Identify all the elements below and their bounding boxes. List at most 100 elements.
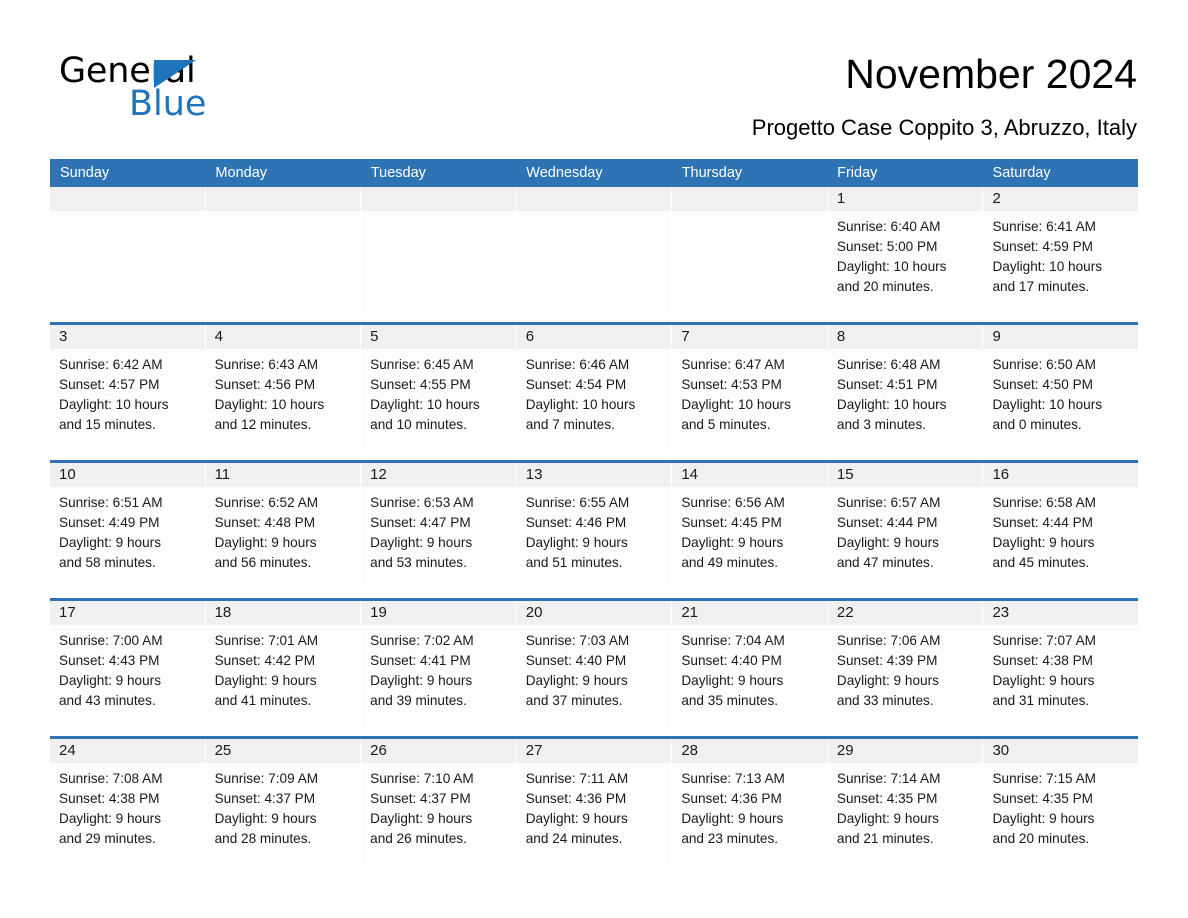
- day-number-band: 10: [50, 463, 205, 487]
- day-detail-line: Sunrise: 7:14 AM: [836, 771, 941, 786]
- day-detail-line: Daylight: 9 hours: [992, 673, 1095, 688]
- day-detail-line: Sunrise: 6:57 AM: [836, 495, 941, 510]
- day-detail-line: Sunrise: 6:45 AM: [370, 357, 474, 372]
- day-number: 25: [214, 742, 232, 759]
- calendar-week-row: 10 Sunrise: 6:51 AM Sunset: 4:49 PM Dayligh…: [50, 460, 1139, 591]
- calendar-week-row: 17 Sunrise: 7:00 AM Sunset: 4:43 PM Dayligh…: [50, 598, 1139, 729]
- calendar-day-cell[interactable]: 15 Sunrise: 6:57 AM Sunset: 4:44 PM Dayligh…: [827, 463, 983, 591]
- day-detail-line: Daylight: 10 hours: [525, 397, 636, 412]
- day-details: [50, 211, 205, 217]
- calendar-day-cell[interactable]: 5 Sunrise: 6:45 AM Sunset: 4:55 PM Daylight…: [361, 325, 516, 453]
- day-details: Sunrise: 6:46 AM Sunset: 4:54 PM Daylight:…: [517, 349, 672, 435]
- calendar-day-cell[interactable]: 20 Sunrise: 7:03 AM Sunset: 4:40 PM Dayligh…: [516, 601, 672, 729]
- calendar-grid: Sunday Monday Tuesday Wednesday Thursday Frid…: [50, 159, 1139, 867]
- day-detail-line: and 58 minutes.: [59, 555, 156, 570]
- day-number-band: 29: [827, 739, 983, 763]
- day-detail-line: and 56 minutes.: [214, 555, 312, 570]
- calendar-day-cell[interactable]: 25 Sunrise: 7:09 AM Sunset: 4:37 PM Dayligh…: [205, 739, 361, 867]
- calendar-day-cell[interactable]: 29 Sunrise: 7:14 AM Sunset: 4:35 PM Dayligh…: [827, 739, 983, 867]
- day-detail-line: Sunset: 4:44 PM: [992, 515, 1093, 530]
- calendar-day-cell[interactable]: 14 Sunrise: 6:56 AM Sunset: 4:45 PM Dayligh…: [672, 463, 827, 591]
- weekday-header-tuesday: Tuesday: [370, 165, 426, 181]
- day-detail-line: and 29 minutes.: [59, 831, 156, 846]
- calendar-day-cell[interactable]: 11 Sunrise: 6:52 AM Sunset: 4:48 PM Dayligh…: [205, 463, 361, 591]
- page-subtitle: Progetto Case Coppito 3, Abruzzo, Italy: [751, 115, 1137, 140]
- calendar-day-cell[interactable]: 18 Sunrise: 7:01 AM Sunset: 4:42 PM Dayligh…: [205, 601, 361, 729]
- day-details: Sunrise: 7:06 AM Sunset: 4:39 PM Daylight:…: [828, 625, 983, 711]
- day-number-band: 9: [983, 325, 1139, 349]
- calendar-day-cell[interactable]: 3 Sunrise: 6:42 AM Sunset: 4:57 PM Daylight…: [50, 325, 205, 453]
- day-detail-line: Sunset: 4:38 PM: [992, 653, 1093, 668]
- calendar-day-cell[interactable]: 26 Sunrise: 7:10 AM Sunset: 4:37 PM Dayligh…: [361, 739, 516, 867]
- calendar-day-cell[interactable]: 27 Sunrise: 7:11 AM Sunset: 4:36 PM Dayligh…: [516, 739, 672, 867]
- day-detail-line: Sunset: 4:51 PM: [836, 377, 938, 392]
- day-detail-line: Daylight: 9 hours: [992, 811, 1095, 826]
- day-details: Sunrise: 7:09 AM Sunset: 4:37 PM Daylight:…: [206, 763, 361, 849]
- calendar-day-cell[interactable]: 16 Sunrise: 6:58 AM Sunset: 4:44 PM Dayligh…: [983, 463, 1139, 591]
- calendar-day-cell[interactable]: 22 Sunrise: 7:06 AM Sunset: 4:39 PM Dayligh…: [827, 601, 983, 729]
- calendar-day-cell[interactable]: 24 Sunrise: 7:08 AM Sunset: 4:38 PM Dayligh…: [50, 739, 205, 867]
- weekday-header-thursday: Thursday: [681, 165, 743, 181]
- calendar-day-cell-empty[interactable]: [672, 187, 827, 315]
- day-details: Sunrise: 7:00 AM Sunset: 4:43 PM Daylight:…: [50, 625, 205, 711]
- day-number: 12: [370, 466, 387, 483]
- day-detail-line: Daylight: 9 hours: [59, 535, 162, 550]
- day-detail-line: Sunset: 4:40 PM: [525, 653, 627, 668]
- day-details: Sunrise: 7:03 AM Sunset: 4:40 PM Daylight:…: [517, 625, 672, 711]
- day-detail-line: Sunset: 4:46 PM: [525, 515, 627, 530]
- calendar-day-cell[interactable]: 2 Sunrise: 6:41 AM Sunset: 4:59 PM Daylight…: [983, 187, 1139, 315]
- day-detail-line: Daylight: 10 hours: [370, 397, 480, 412]
- calendar-day-cell-empty[interactable]: [361, 187, 516, 315]
- day-details: Sunrise: 6:47 AM Sunset: 4:53 PM Daylight:…: [672, 349, 827, 435]
- calendar-day-cell[interactable]: 30 Sunrise: 7:15 AM Sunset: 4:35 PM Dayligh…: [983, 739, 1139, 867]
- day-detail-line: and 35 minutes.: [681, 693, 779, 708]
- day-detail-line: Sunrise: 6:47 AM: [681, 357, 785, 372]
- day-detail-line: Daylight: 9 hours: [525, 811, 628, 826]
- calendar-day-cell[interactable]: 10 Sunrise: 6:51 AM Sunset: 4:49 PM Dayligh…: [50, 463, 205, 591]
- day-detail-line: and 3 minutes.: [836, 417, 927, 432]
- calendar-day-cell[interactable]: 19 Sunrise: 7:02 AM Sunset: 4:41 PM Dayligh…: [361, 601, 516, 729]
- calendar-page: General Blue November 2024 Progetto Case…: [0, 0, 1188, 918]
- calendar-day-cell[interactable]: 17 Sunrise: 7:00 AM Sunset: 4:43 PM Dayligh…: [50, 601, 205, 729]
- calendar-day-cell[interactable]: 8 Sunrise: 6:48 AM Sunset: 4:51 PM Daylight…: [827, 325, 983, 453]
- day-number: 29: [836, 742, 854, 759]
- day-details: Sunrise: 6:56 AM Sunset: 4:45 PM Daylight:…: [672, 487, 827, 573]
- calendar-day-cell[interactable]: 4 Sunrise: 6:43 AM Sunset: 4:56 PM Daylight…: [205, 325, 361, 453]
- day-detail-line: Sunrise: 7:03 AM: [525, 633, 630, 648]
- calendar-day-cell[interactable]: 21 Sunrise: 7:04 AM Sunset: 4:40 PM Dayligh…: [672, 601, 827, 729]
- day-number: 7: [681, 328, 690, 345]
- day-number: 17: [59, 604, 76, 621]
- calendar-day-cell-empty[interactable]: [205, 187, 361, 315]
- calendar-day-cell[interactable]: 6 Sunrise: 6:46 AM Sunset: 4:54 PM Daylight…: [516, 325, 672, 453]
- day-number-band: 23: [983, 601, 1139, 625]
- calendar-day-cell-empty[interactable]: [516, 187, 672, 315]
- day-number: 15: [836, 466, 854, 483]
- calendar-day-cell-empty[interactable]: [50, 187, 205, 315]
- day-details: Sunrise: 6:48 AM Sunset: 4:51 PM Daylight:…: [828, 349, 983, 435]
- day-detail-line: Daylight: 9 hours: [681, 535, 784, 550]
- day-number: 20: [525, 604, 543, 621]
- day-detail-line: Sunset: 4:41 PM: [370, 653, 471, 668]
- day-detail-line: and 53 minutes.: [370, 555, 467, 570]
- day-detail-line: Sunset: 5:00 PM: [836, 239, 938, 254]
- calendar-day-cell[interactable]: 12 Sunrise: 6:53 AM Sunset: 4:47 PM Dayligh…: [361, 463, 516, 591]
- day-details: Sunrise: 6:53 AM Sunset: 4:47 PM Daylight:…: [361, 487, 516, 573]
- calendar-day-cell[interactable]: 7 Sunrise: 6:47 AM Sunset: 4:53 PM Daylight…: [672, 325, 827, 453]
- day-detail-line: Sunset: 4:49 PM: [59, 515, 160, 530]
- day-detail-line: Sunset: 4:44 PM: [836, 515, 938, 530]
- day-detail-line: Sunset: 4:40 PM: [681, 653, 782, 668]
- day-detail-line: Sunrise: 6:46 AM: [525, 357, 630, 372]
- page-header: General Blue November 2024 Progetto Case…: [0, 0, 1188, 152]
- day-detail-line: Daylight: 9 hours: [836, 811, 939, 826]
- day-number: 24: [59, 742, 76, 759]
- day-details: [672, 211, 827, 217]
- calendar-day-cell[interactable]: 23 Sunrise: 7:07 AM Sunset: 4:38 PM Dayligh…: [983, 601, 1139, 729]
- day-detail-line: Sunrise: 7:01 AM: [214, 633, 319, 648]
- calendar-day-cell[interactable]: 1 Sunrise: 6:40 AM Sunset: 5:00 PM Daylight…: [827, 187, 983, 315]
- day-detail-line: Sunrise: 6:53 AM: [370, 495, 474, 510]
- calendar-day-cell[interactable]: 13 Sunrise: 6:55 AM Sunset: 4:46 PM Dayligh…: [516, 463, 672, 591]
- calendar-day-cell[interactable]: 9 Sunrise: 6:50 AM Sunset: 4:50 PM Daylight…: [983, 325, 1139, 453]
- day-details: Sunrise: 7:08 AM Sunset: 4:38 PM Daylight:…: [50, 763, 205, 849]
- calendar-day-cell[interactable]: 28 Sunrise: 7:13 AM Sunset: 4:36 PM Dayligh…: [672, 739, 827, 867]
- day-detail-line: Sunset: 4:39 PM: [836, 653, 938, 668]
